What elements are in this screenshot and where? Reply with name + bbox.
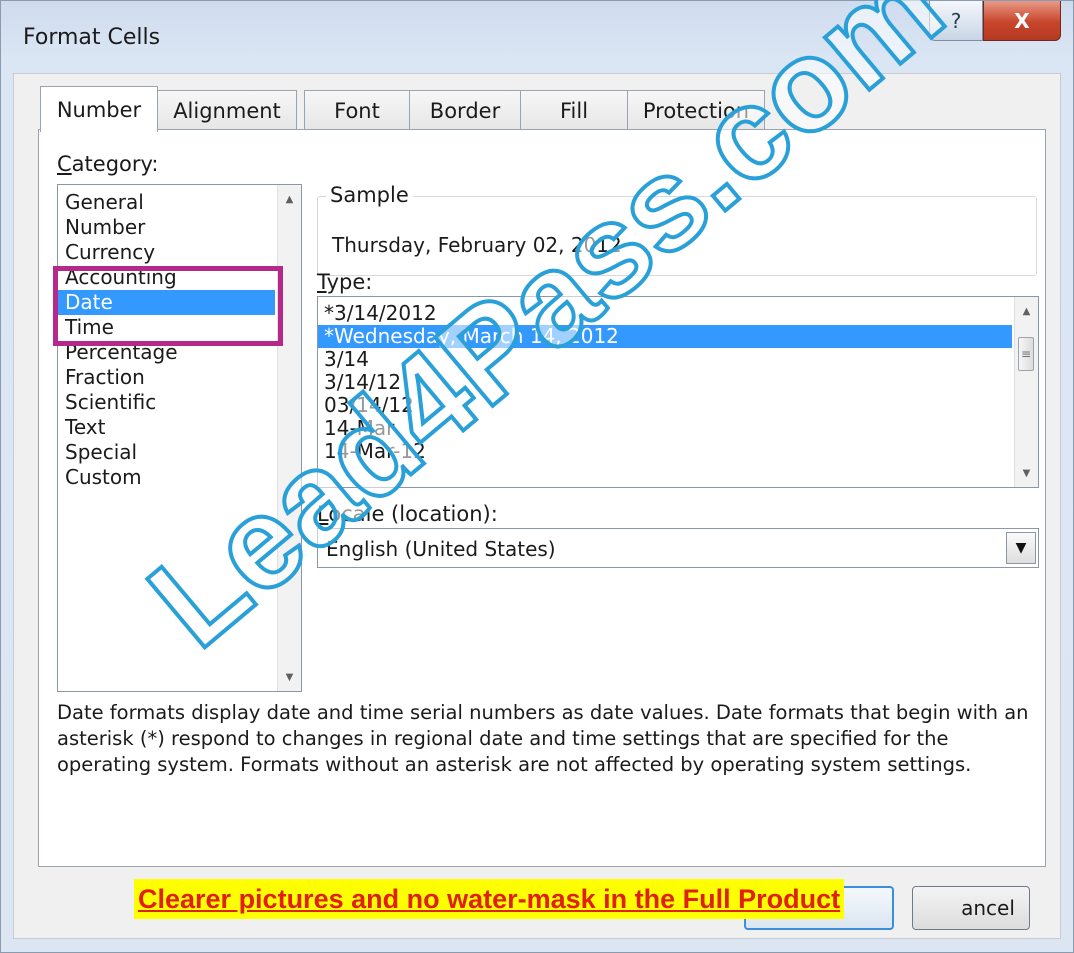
category-item-scientific[interactable]: Scientific: [58, 390, 275, 415]
type-items: *3/14/2012 *Wednesday, March 14, 2012 3/…: [318, 302, 1012, 463]
help-button[interactable]: ?: [929, 1, 983, 41]
promo-banner: Clearer pictures and no water-mask in th…: [134, 879, 845, 919]
category-item-accounting[interactable]: Accounting: [58, 265, 275, 290]
type-label: Type:: [317, 270, 372, 294]
category-label: Category:: [57, 152, 158, 176]
tab-alignment[interactable]: Alignment: [157, 90, 297, 130]
type-item[interactable]: 14-Mar-12: [318, 440, 1012, 463]
tab-label: Protection: [642, 98, 750, 123]
tab-border[interactable]: Border: [409, 90, 521, 130]
category-item-date[interactable]: Date: [58, 290, 275, 315]
help-icon: ?: [950, 8, 962, 33]
type-item[interactable]: 3/14: [318, 348, 1012, 371]
category-item-text[interactable]: Text: [58, 415, 275, 440]
tab-number[interactable]: Number: [40, 86, 158, 132]
type-item[interactable]: 03/14/12: [318, 394, 1012, 417]
type-item-selected[interactable]: *Wednesday, March 14, 2012: [318, 325, 1012, 348]
tab-label: Border: [429, 98, 501, 123]
tab-fill[interactable]: Fill: [520, 90, 628, 130]
category-item-general[interactable]: General: [58, 190, 275, 215]
tab-label: Alignment: [173, 98, 281, 123]
scroll-down-icon[interactable]: ▼: [278, 665, 301, 689]
sample-value: Thursday, February 02, 2012: [332, 233, 622, 257]
category-item-number[interactable]: Number: [58, 215, 275, 240]
category-scrollbar[interactable]: ▲ ▼: [277, 185, 301, 691]
scroll-up-icon[interactable]: ▲: [278, 187, 301, 211]
format-cells-dialog: Format Cells ? X Number Alignment Font B…: [0, 0, 1074, 953]
type-scrollbar[interactable]: ▲ ≡ ▼: [1014, 297, 1038, 487]
format-description: Date formats display date and time seria…: [57, 701, 1029, 776]
scroll-down-icon[interactable]: ▼: [1015, 461, 1038, 485]
tab-strip: Number Alignment Font Border Fill Protec…: [40, 86, 765, 132]
dialog-title: Format Cells: [23, 25, 161, 50]
dialog-body: Number Alignment Font Border Fill Protec…: [13, 73, 1061, 939]
locale-dropdown[interactable]: English (United States) ▼: [317, 528, 1039, 568]
number-tab-panel: Category: General Number Currency Accoun…: [38, 129, 1046, 867]
category-item-currency[interactable]: Currency: [58, 240, 275, 265]
sample-legend: Sample: [326, 183, 413, 207]
type-label-text: ype:: [326, 270, 373, 294]
category-item-percentage[interactable]: Percentage: [58, 340, 275, 365]
locale-label: Locale (location):: [317, 502, 498, 526]
close-button[interactable]: X: [983, 1, 1061, 41]
scroll-thumb[interactable]: ≡: [1018, 337, 1034, 371]
tab-label: Font: [334, 98, 380, 123]
locale-label-mnemonic: L: [317, 502, 329, 526]
sample-group: Sample Thursday, February 02, 2012: [317, 183, 1037, 276]
type-item[interactable]: *3/14/2012: [318, 302, 1012, 325]
scroll-up-icon[interactable]: ▲: [1015, 299, 1038, 323]
category-item-custom[interactable]: Custom: [58, 465, 275, 490]
type-label-mnemonic: T: [317, 270, 327, 294]
chevron-down-icon[interactable]: ▼: [1006, 532, 1036, 564]
locale-value: English (United States): [326, 537, 556, 561]
category-item-special[interactable]: Special: [58, 440, 275, 465]
category-list[interactable]: General Number Currency Accounting Date …: [57, 184, 302, 692]
tab-label: Number: [56, 97, 142, 122]
category-label-text: ategory:: [71, 152, 159, 176]
locale-label-text: ocale (location):: [328, 502, 498, 526]
category-item-fraction[interactable]: Fraction: [58, 365, 275, 390]
type-item[interactable]: 3/14/12: [318, 371, 1012, 394]
cancel-label: ancel: [961, 896, 1015, 920]
category-item-time[interactable]: Time: [58, 315, 275, 340]
category-items: General Number Currency Accounting Date …: [58, 190, 275, 490]
type-item[interactable]: 14-Mar: [318, 417, 1012, 440]
cancel-button[interactable]: ancel: [912, 886, 1030, 930]
tab-font[interactable]: Font: [304, 90, 410, 130]
title-bar: Format Cells ? X: [1, 1, 1073, 73]
category-label-mnemonic: C: [57, 152, 72, 176]
close-icon: X: [1014, 8, 1030, 33]
tab-protection[interactable]: Protection: [627, 90, 765, 130]
tab-label: Fill: [559, 98, 589, 123]
type-list[interactable]: *3/14/2012 *Wednesday, March 14, 2012 3/…: [317, 296, 1039, 488]
